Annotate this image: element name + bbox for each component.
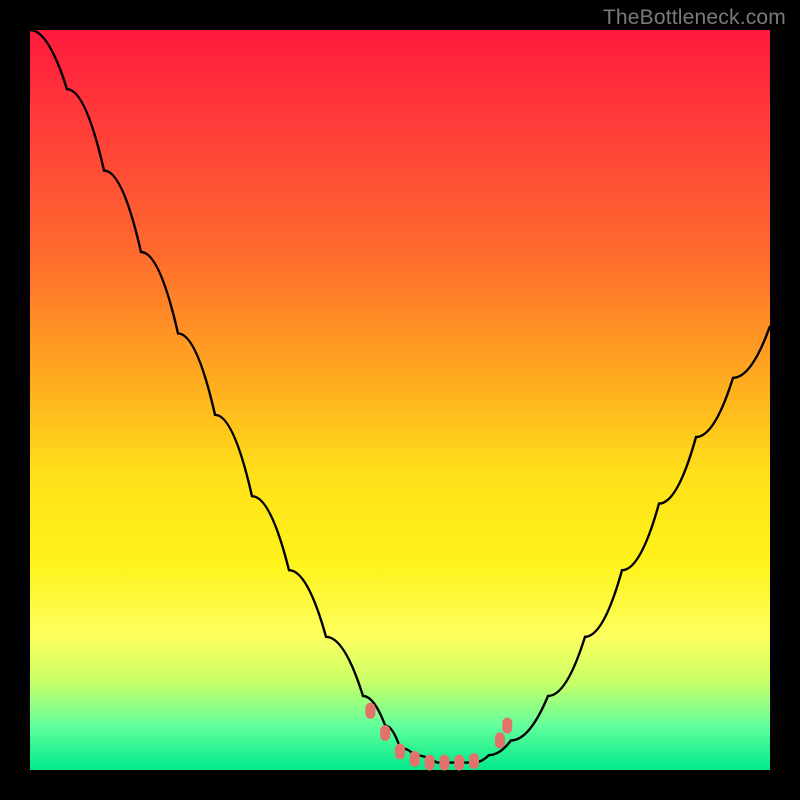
curve-marker bbox=[425, 755, 435, 771]
marker-group bbox=[365, 703, 512, 771]
curve-marker bbox=[469, 753, 479, 769]
curve-marker bbox=[454, 755, 464, 771]
curve-marker bbox=[495, 732, 505, 748]
curve-marker bbox=[502, 718, 512, 734]
curve-marker bbox=[365, 703, 375, 719]
curve-marker bbox=[439, 755, 449, 771]
bottleneck-curve bbox=[30, 30, 770, 763]
chart-plot-area bbox=[30, 30, 770, 770]
curve-marker bbox=[395, 744, 405, 760]
chart-svg bbox=[30, 30, 770, 770]
watermark-text: TheBottleneck.com bbox=[603, 6, 786, 30]
curve-marker bbox=[410, 751, 420, 767]
chart-frame: TheBottleneck.com bbox=[0, 0, 800, 800]
curve-marker bbox=[380, 725, 390, 741]
